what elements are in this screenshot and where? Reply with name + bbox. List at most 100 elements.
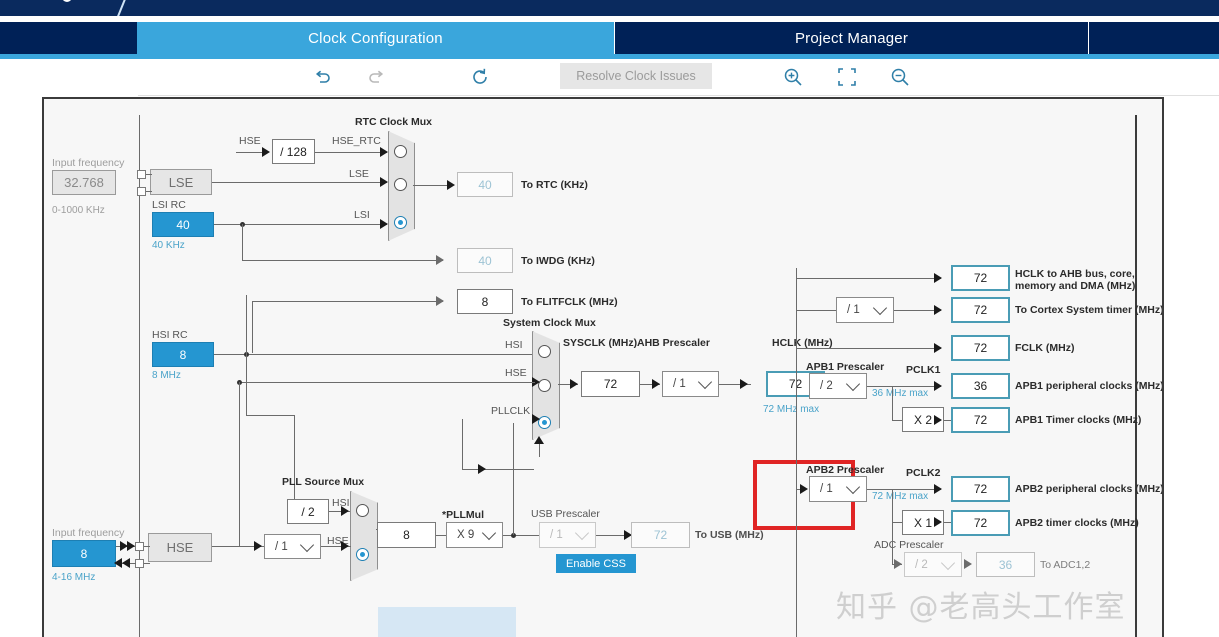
hse-input-frequency-value: 8 (80, 546, 88, 561)
hse-rtc-mux-input-label: HSE_RTC (332, 135, 381, 147)
adc-output-arrow (964, 559, 972, 569)
pll-mul-select[interactable]: X 9 (446, 522, 503, 548)
to-rtc-value-field[interactable]: 40 (457, 172, 513, 197)
apb2-prescaler-value: / 1 (820, 483, 833, 495)
pll-input-value: 8 (403, 528, 410, 542)
watermark-text: 知乎 @老高头工作室 (836, 590, 1126, 625)
lsi-unit-label: 40 KHz (152, 240, 185, 251)
resolve-clock-issues-label: Resolve Clock Issues (576, 69, 696, 83)
to-rtc-label: To RTC (KHz) (521, 179, 588, 191)
lse-oscillator-box[interactable]: LSE (150, 169, 212, 195)
hse-in-arrow-2 (127, 541, 135, 551)
resolve-clock-issues-button[interactable]: Resolve Clock Issues (560, 63, 712, 89)
hse-rtc-mux-arrow (380, 147, 388, 157)
tab-clock-configuration[interactable]: Clock Configuration (137, 22, 614, 54)
menu-dot-icon (62, 0, 72, 2)
rtc-mux-radio-lsi[interactable] (394, 216, 407, 229)
apb1-timer-value-field[interactable]: 72 (951, 407, 1010, 433)
fclk-value-field[interactable]: 72 (951, 335, 1010, 361)
reset-icon[interactable] (466, 63, 494, 91)
menu-bar-fragment (0, 0, 1219, 16)
chevron-down-icon (872, 300, 888, 316)
fit-to-screen-icon[interactable] (833, 63, 861, 91)
zoom-out-icon[interactable] (886, 63, 914, 91)
usb-prescaler-select[interactable]: / 1 (539, 522, 596, 548)
rtc-mux-radio-lse[interactable] (394, 178, 407, 191)
hse-oscillator-box[interactable]: HSE (148, 533, 212, 562)
usb-prescaler-label: USB Prescaler (531, 508, 600, 520)
apb2-timer-value-field[interactable]: 72 (951, 510, 1010, 536)
chevron-down-icon (574, 525, 590, 541)
to-iwdg-value: 40 (478, 253, 492, 268)
clock-tree-canvas[interactable]: Input frequency 32.768 0-1000 KHz LSE LS… (42, 97, 1164, 637)
cortex-prescaler-value: / 1 (847, 304, 860, 316)
lse-input-frequency-label: Input frequency (52, 157, 125, 169)
rtc-clock-mux-title: RTC Clock Mux (355, 116, 433, 128)
pll-mul-value: X 9 (457, 529, 475, 541)
hse-input-frequency-field[interactable]: 8 (52, 540, 116, 567)
hse-rtc-divider-box[interactable]: / 128 (272, 139, 315, 164)
adc-prescaler-label: ADC Prescaler (874, 539, 944, 551)
chevron-down-icon (940, 555, 956, 570)
usb-label: To USB (MHz) (695, 529, 764, 541)
usb-value-field[interactable]: 72 (631, 522, 690, 548)
lse-input-frequency-field[interactable]: 32.768 (52, 170, 116, 195)
adc-value-field[interactable]: 36 (976, 552, 1035, 577)
hclk-ahb-value-field[interactable]: 72 (951, 265, 1010, 291)
redo-icon[interactable] (362, 63, 390, 91)
sysclk-value: 72 (603, 377, 618, 391)
fclk-arrow (934, 343, 942, 353)
pclk2-label: PCLK2 (906, 467, 941, 479)
rtc-mux-radio-hse[interactable] (394, 145, 407, 158)
css-up-arrow (534, 436, 544, 444)
lsi-mux-arrow (380, 219, 388, 229)
apb2-periph-arrow (934, 484, 942, 494)
apb1-max-label: 36 MHz max (872, 388, 929, 399)
pll-mux-radio-hse[interactable] (356, 548, 369, 561)
lse-range-label: 0-1000 KHz (52, 205, 105, 216)
apb2-periph-value-field[interactable]: 72 (951, 476, 1010, 502)
apb1-timer-multiplier-value: X 2 (913, 412, 932, 427)
cortex-timer-value-field[interactable]: 72 (951, 297, 1010, 323)
tab-project-manager[interactable]: Project Manager (614, 22, 1089, 54)
hsi-title: HSI RC (152, 329, 188, 341)
adc-prescaler-select[interactable]: / 2 (904, 552, 962, 577)
pll-mux-input-hsi-label: HSI (332, 497, 350, 509)
hse-input-frequency-label: Input frequency (52, 527, 125, 539)
ahb-prescaler-select[interactable]: / 1 (662, 371, 719, 397)
cortex-prescaler-select[interactable]: / 1 (836, 297, 894, 323)
hse-out-arrow-1 (114, 558, 122, 568)
apb1-prescaler-select[interactable]: / 2 (809, 373, 867, 399)
cortex-timer-arrow (934, 305, 942, 315)
sysclk-value-field[interactable]: 72 (581, 371, 640, 397)
zoom-in-icon[interactable] (779, 63, 807, 91)
adc-value: 36 (998, 557, 1013, 572)
lse-mux-arrow (380, 177, 388, 187)
to-rtc-value: 40 (478, 177, 492, 192)
pll-hsi-divider-value: / 2 (301, 504, 315, 519)
pll-panel (378, 607, 516, 637)
lsi-value-field[interactable]: 40 (152, 212, 214, 237)
system-mux-radio-hsi[interactable] (538, 345, 551, 358)
apb2-periph-label: APB2 peripheral clocks (MHz) (1015, 483, 1164, 495)
cortex-timer-value: 72 (973, 303, 988, 317)
toolbar-separator (138, 95, 1219, 96)
apb1-prescaler-label: APB1 Prescaler (806, 361, 885, 373)
pll-mux-radio-hsi[interactable] (356, 504, 369, 517)
apb2-prescaler-select[interactable]: / 1 (809, 476, 867, 502)
pll-input-value-field[interactable]: 8 (377, 522, 436, 548)
lsi-value: 40 (176, 217, 190, 232)
to-iwdg-value-field[interactable]: 40 (457, 248, 513, 273)
lse-oscillator-label: LSE (168, 174, 194, 190)
pll-hse-divider-select[interactable]: / 1 (264, 534, 321, 559)
hse-range-label: 4-16 MHz (52, 572, 96, 583)
hsi-value: 8 (179, 347, 187, 362)
to-flitfclk-value-field[interactable]: 8 (457, 289, 513, 314)
apb1-periph-value-field[interactable]: 36 (951, 373, 1010, 399)
hclk-ahb-value: 72 (973, 271, 988, 285)
enable-css-button[interactable]: Enable CSS (556, 554, 636, 573)
pll-hsi-divider-box[interactable]: / 2 (287, 499, 329, 524)
hsi-value-field[interactable]: 8 (152, 342, 214, 367)
undo-icon[interactable] (308, 63, 336, 91)
to-flitfclk-label: To FLITFCLK (MHz) (521, 296, 618, 308)
